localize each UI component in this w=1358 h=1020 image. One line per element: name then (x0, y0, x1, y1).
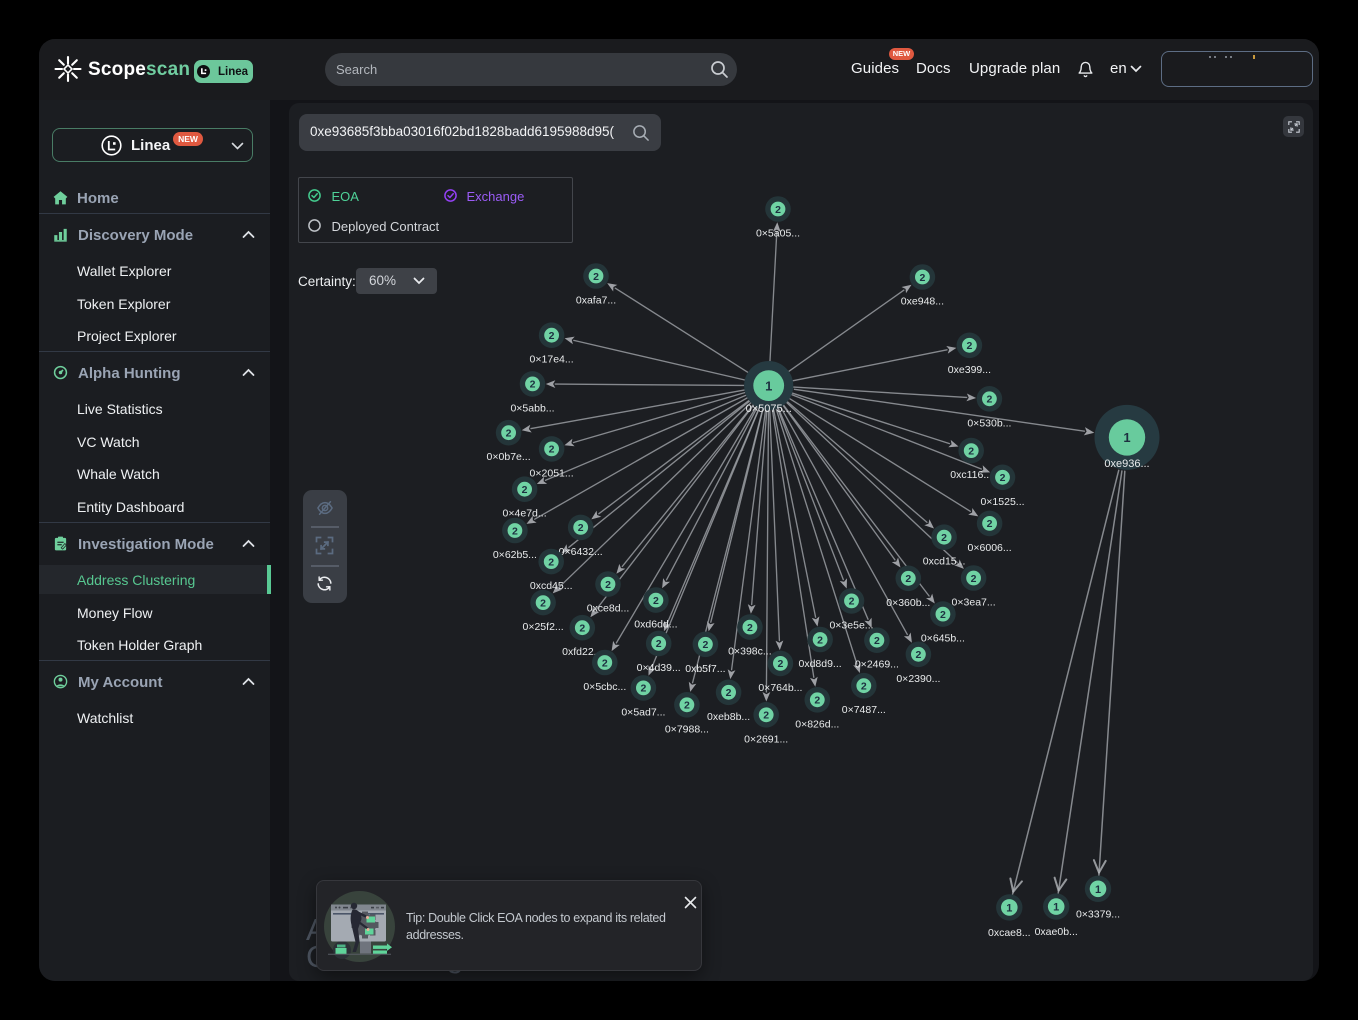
svg-text:0xe948...: 0xe948... (901, 296, 944, 308)
svg-text:2: 2 (605, 579, 611, 591)
svg-text:0xc116...: 0xc116... (950, 469, 992, 481)
svg-text:2: 2 (593, 271, 599, 283)
svg-text:2: 2 (549, 330, 555, 342)
svg-text:0×17e4...: 0×17e4... (530, 354, 574, 366)
svg-text:0×5a05...: 0×5a05... (756, 228, 800, 240)
svg-text:0×764b...: 0×764b... (758, 682, 802, 694)
svg-text:2: 2 (777, 658, 783, 670)
svg-text:2: 2 (579, 623, 585, 635)
svg-text:2: 2 (512, 525, 518, 537)
svg-text:2: 2 (522, 484, 528, 496)
svg-text:2: 2 (653, 595, 659, 607)
svg-text:2: 2 (578, 522, 584, 534)
svg-text:2: 2 (940, 609, 946, 621)
svg-text:0×1525...: 0×1525... (980, 496, 1024, 508)
svg-text:0xce8d...: 0xce8d... (587, 603, 630, 615)
svg-text:1: 1 (765, 378, 772, 393)
svg-text:0×2390...: 0×2390... (896, 673, 940, 685)
svg-text:0×530b...: 0×530b... (967, 417, 1011, 429)
svg-text:2: 2 (726, 687, 732, 699)
svg-text:2: 2 (874, 635, 880, 647)
svg-text:2: 2 (915, 649, 921, 661)
svg-text:2: 2 (684, 700, 690, 712)
svg-text:2: 2 (702, 639, 708, 651)
svg-text:2: 2 (941, 532, 947, 544)
svg-text:0×25f2...: 0×25f2... (523, 621, 564, 633)
svg-text:0xcd15...: 0xcd15... (923, 556, 966, 568)
svg-text:0×5ad7...: 0×5ad7... (621, 706, 665, 718)
svg-text:0×7487...: 0×7487... (842, 704, 886, 716)
svg-text:1: 1 (1123, 430, 1130, 445)
svg-text:2: 2 (775, 204, 781, 216)
svg-text:2: 2 (763, 710, 769, 722)
svg-text:0×3379...: 0×3379... (1076, 908, 1120, 920)
svg-text:0×6432...: 0×6432... (559, 546, 603, 558)
svg-text:2: 2 (540, 597, 546, 609)
svg-text:2: 2 (602, 657, 608, 669)
svg-text:0×7988...: 0×7988... (665, 723, 709, 735)
svg-text:0xcae8...: 0xcae8... (988, 927, 1031, 939)
svg-text:0×3ea7...: 0×3ea7... (952, 597, 996, 609)
svg-text:2: 2 (549, 444, 555, 456)
svg-text:2: 2 (986, 394, 992, 406)
svg-text:0×645b...: 0×645b... (921, 633, 965, 645)
svg-text:2: 2 (656, 638, 662, 650)
svg-text:0×398c...: 0×398c... (728, 646, 772, 658)
svg-text:0×2691...: 0×2691... (744, 733, 788, 745)
svg-text:1: 1 (1095, 884, 1101, 896)
svg-text:2: 2 (861, 681, 867, 693)
svg-text:0×2469...: 0×2469... (855, 659, 899, 671)
svg-text:0xb5f7...: 0xb5f7... (685, 663, 725, 675)
svg-text:0×4e7d...: 0×4e7d... (503, 508, 547, 520)
svg-text:2: 2 (968, 445, 974, 457)
svg-text:0xeb8b...: 0xeb8b... (707, 711, 750, 723)
svg-text:1: 1 (1006, 902, 1012, 914)
svg-text:0×360b...: 0×360b... (886, 597, 930, 609)
svg-text:2: 2 (919, 272, 925, 284)
svg-text:0×5abb...: 0×5abb... (510, 402, 554, 414)
svg-text:0×5cbc...: 0×5cbc... (583, 681, 626, 693)
svg-text:0xcd45...: 0xcd45... (530, 580, 573, 592)
svg-text:2: 2 (548, 556, 554, 568)
svg-text:0×62b5...: 0×62b5... (493, 549, 537, 561)
svg-text:0xd6dd...: 0xd6dd... (634, 619, 677, 631)
svg-text:2: 2 (905, 573, 911, 585)
svg-text:0×2051...: 0×2051... (530, 467, 574, 479)
svg-text:0×6006...: 0×6006... (968, 542, 1012, 554)
svg-text:2: 2 (849, 596, 855, 608)
svg-text:2: 2 (966, 340, 972, 352)
svg-text:0×0b7e...: 0×0b7e... (487, 451, 531, 463)
svg-text:2: 2 (987, 518, 993, 530)
svg-text:1: 1 (1053, 902, 1059, 914)
svg-text:2: 2 (971, 573, 977, 585)
svg-text:0xe936...: 0xe936... (1104, 458, 1149, 470)
svg-text:0×5075...: 0×5075... (746, 403, 792, 415)
svg-text:2: 2 (530, 379, 536, 391)
svg-text:0xd8d9...: 0xd8d9... (798, 658, 841, 670)
svg-text:2: 2 (640, 683, 646, 695)
svg-text:2: 2 (506, 428, 512, 440)
svg-text:0×3e5e...: 0×3e5e... (829, 619, 873, 631)
svg-text:0xafa7...: 0xafa7... (576, 295, 616, 307)
svg-text:2: 2 (747, 622, 753, 634)
svg-text:0×826d...: 0×826d... (795, 718, 839, 730)
svg-text:2: 2 (1000, 472, 1006, 484)
svg-text:2: 2 (814, 695, 820, 707)
svg-text:0xe399...: 0xe399... (948, 364, 991, 376)
svg-text:2: 2 (817, 634, 823, 646)
svg-text:0xae0b...: 0xae0b... (1035, 926, 1078, 938)
svg-text:0×4d39...: 0×4d39... (637, 662, 681, 674)
